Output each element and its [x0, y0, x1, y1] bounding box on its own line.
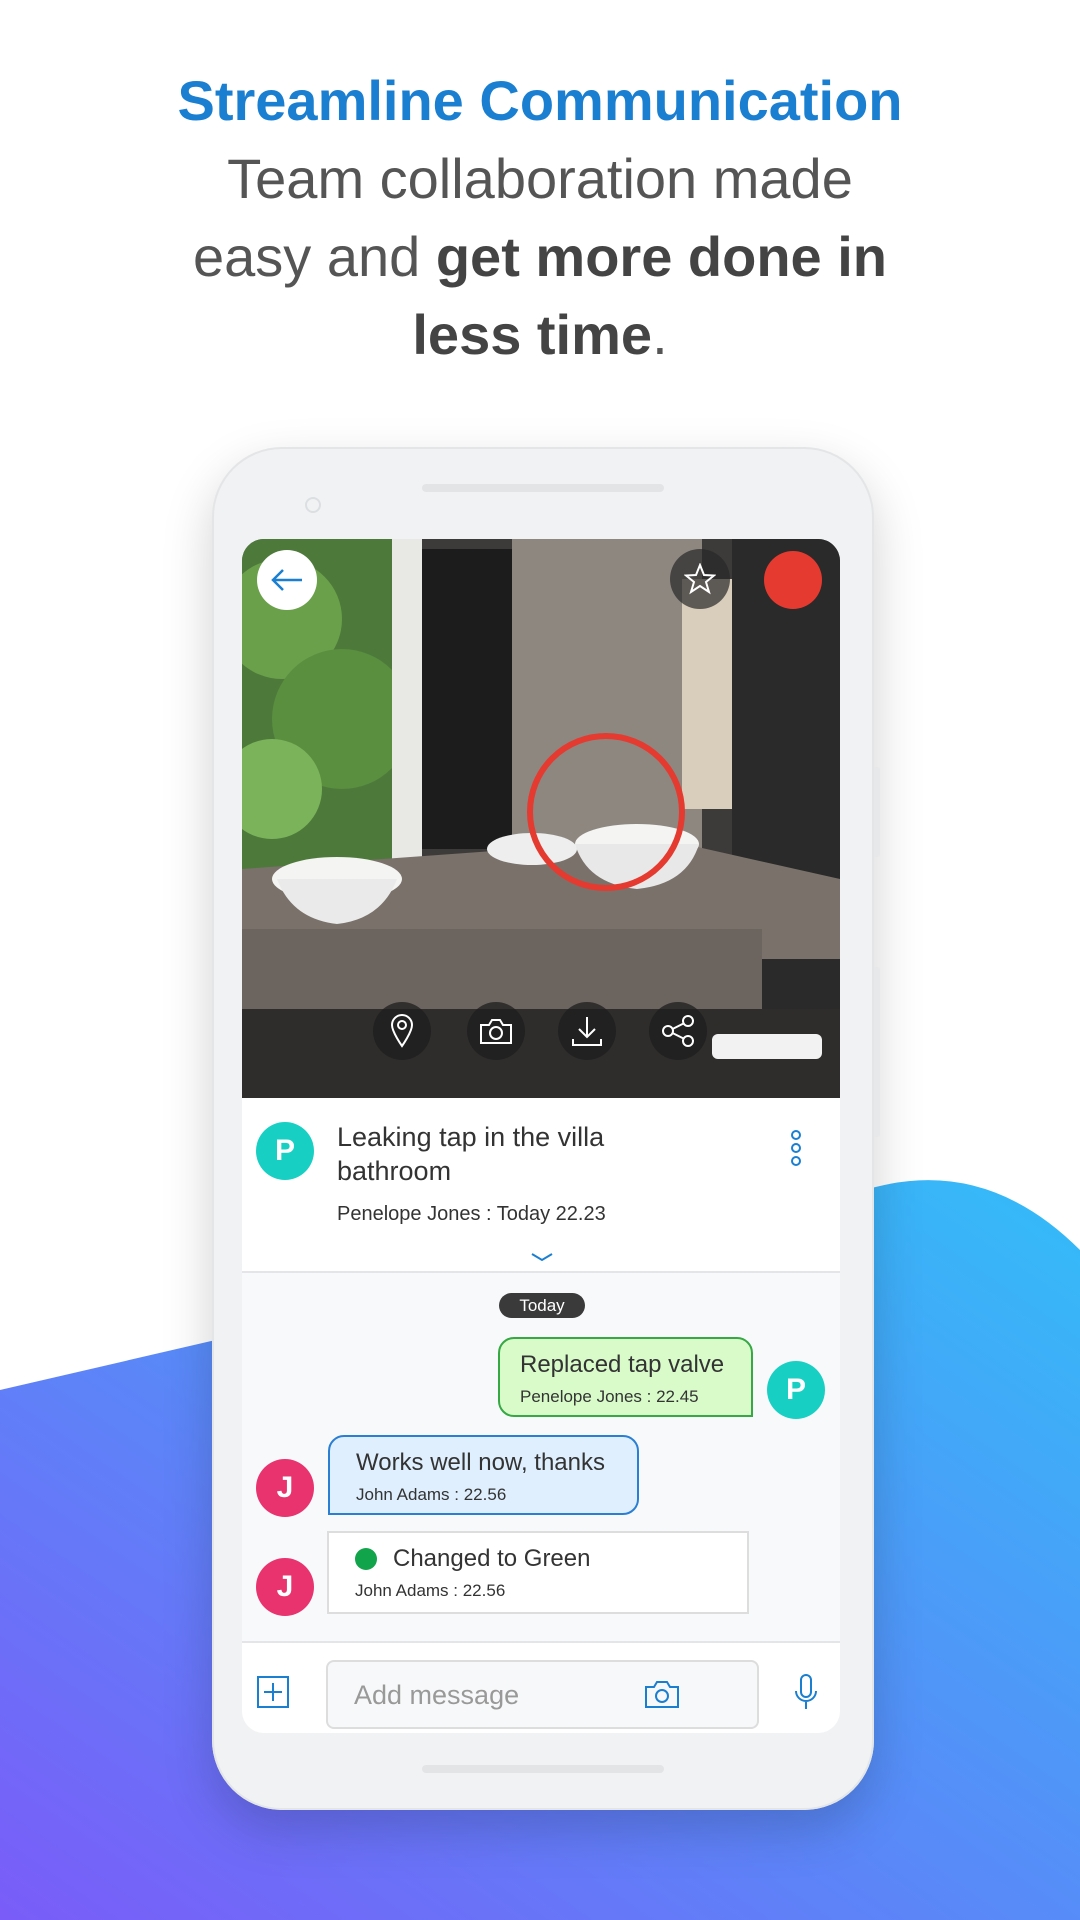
date-separator: Today [499, 1293, 585, 1318]
headline-period: . [652, 303, 668, 366]
phone-bottom-slot [422, 1765, 664, 1773]
headline-line-2: Team collaboration made [227, 147, 853, 210]
power-button [874, 767, 880, 857]
status-change-card[interactable]: Changed to Green John Adams : 22.56 [327, 1531, 749, 1614]
microphone-icon[interactable] [793, 1673, 819, 1713]
message-input[interactable]: Add message [326, 1660, 759, 1729]
task-header: P Leaking tap in the villa bathroom Pene… [242, 1098, 840, 1273]
message-bubble[interactable]: Works well now, thanks John Adams : 22.5… [328, 1435, 639, 1515]
task-title: Leaking tap in the villa bathroom [337, 1122, 605, 1186]
download-button[interactable] [558, 1002, 616, 1060]
more-options-icon[interactable] [787, 1128, 805, 1168]
star-icon [684, 563, 716, 595]
chevron-down-icon[interactable] [531, 1252, 553, 1262]
phone-speaker [422, 484, 664, 492]
phone-camera [305, 497, 321, 513]
back-arrow-icon [271, 569, 302, 591]
share-icon [662, 1015, 694, 1047]
green-status-dot [355, 1548, 377, 1570]
app-screen: P Leaking tap in the villa bathroom Pene… [242, 539, 840, 1733]
message-meta: John Adams : 22.56 [356, 1485, 507, 1504]
headline: Streamline Communication Team collaborat… [0, 62, 1080, 374]
issue-photo[interactable] [242, 539, 840, 1098]
message-bubble[interactable]: Replaced tap valve Penelope Jones : 22.4… [498, 1337, 753, 1417]
share-button[interactable] [649, 1002, 707, 1060]
message-text: Works well now, thanks [356, 1449, 605, 1476]
message-placeholder: Add message [354, 1680, 520, 1710]
camera-icon[interactable] [644, 1679, 680, 1709]
message-text: Replaced tap valve [520, 1351, 725, 1378]
back-button[interactable] [257, 550, 317, 610]
avatar: P [767, 1361, 825, 1419]
headline-title: Streamline Communication [177, 69, 903, 132]
headline-line-3b: get more done in [435, 225, 887, 288]
task-meta: Penelope Jones : Today 22.23 [337, 1203, 606, 1225]
location-button[interactable] [373, 1002, 431, 1060]
location-pin-icon [390, 1014, 414, 1048]
volume-button [874, 967, 880, 1137]
add-attachment-icon[interactable] [257, 1676, 289, 1708]
download-icon [572, 1017, 602, 1046]
record-button[interactable] [764, 551, 822, 609]
avatar: J [256, 1558, 314, 1616]
message-meta: John Adams : 22.56 [355, 1581, 506, 1600]
composer: Add message [242, 1641, 840, 1733]
photo-camera-button[interactable] [467, 1002, 525, 1060]
camera-icon [480, 1019, 512, 1044]
headline-line-3a: easy and [193, 225, 436, 288]
favorite-button[interactable] [670, 549, 730, 609]
message-meta: Penelope Jones : 22.45 [520, 1387, 699, 1406]
message-text: Changed to Green [393, 1545, 591, 1572]
avatar: J [256, 1459, 314, 1517]
avatar: P [256, 1122, 314, 1180]
headline-line-4: less time [412, 303, 653, 366]
